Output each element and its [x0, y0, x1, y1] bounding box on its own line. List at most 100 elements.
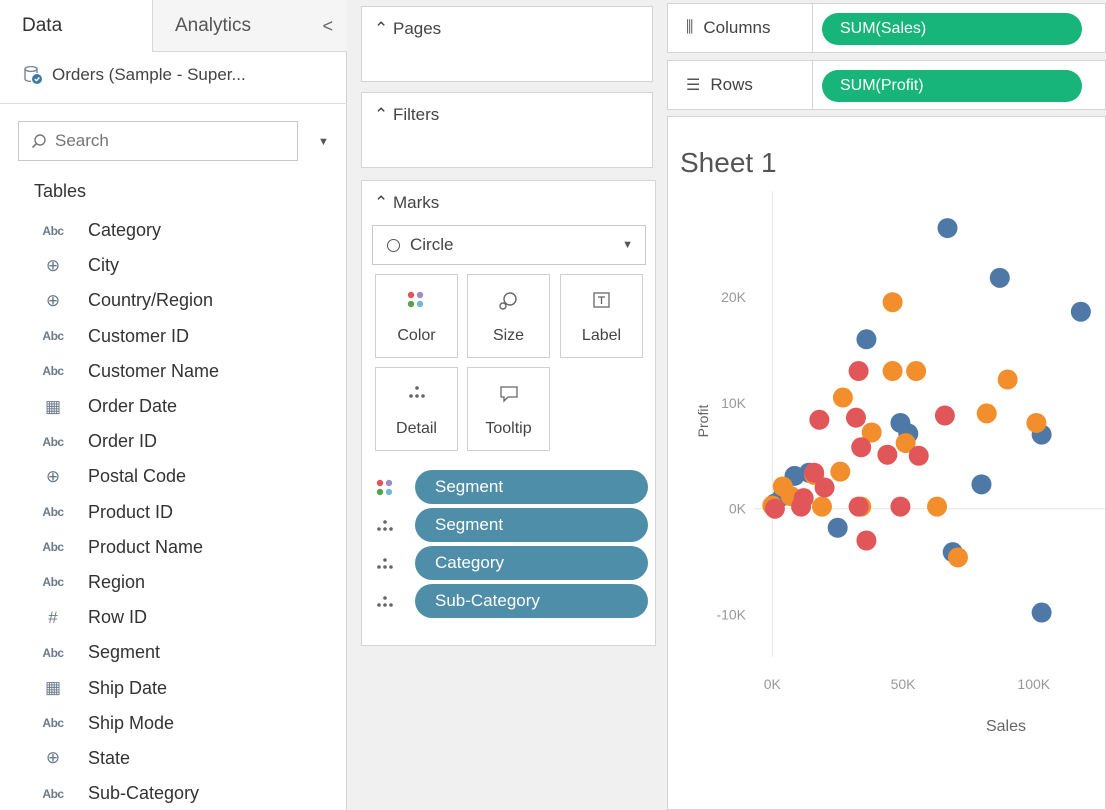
pages-card[interactable]: ⌃ Pages: [361, 6, 653, 82]
scatter-point[interactable]: [764, 498, 785, 519]
search-field[interactable]: [18, 121, 298, 161]
columns-shelf[interactable]: ⫼ Columns SUM(Sales): [667, 3, 1106, 53]
pill-label: Sub-Category: [435, 591, 540, 610]
scatter-point[interactable]: [934, 405, 955, 426]
rows-shelf[interactable]: ☰ Rows SUM(Profit): [667, 60, 1106, 110]
field-item[interactable]: Abc Region: [0, 565, 347, 600]
detail-dots-icon: [409, 386, 425, 398]
field-name: Country/Region: [88, 290, 214, 311]
pill-label: Segment: [435, 515, 504, 534]
scatter-point[interactable]: [845, 407, 866, 428]
detail-button[interactable]: Detail: [375, 367, 458, 451]
scatter-point[interactable]: [832, 387, 853, 408]
scatter-point[interactable]: [882, 292, 903, 313]
segment-detail-pill[interactable]: Segment: [415, 508, 648, 542]
field-item[interactable]: ⊕ Postal Code: [0, 459, 347, 494]
geo-type-icon: ⊕: [45, 290, 61, 310]
string-type-icon: Abc: [42, 434, 64, 449]
segment-color-pill[interactable]: Segment: [415, 470, 648, 504]
collapse-pane-icon[interactable]: <: [322, 16, 333, 37]
field-item[interactable]: Abc Customer ID: [0, 319, 347, 354]
tab-data[interactable]: Data: [0, 0, 152, 52]
field-item[interactable]: ▦ Order Date: [0, 389, 347, 424]
scatter-point[interactable]: [890, 496, 911, 517]
field-item[interactable]: Abc Product Name: [0, 530, 347, 565]
scatter-point[interactable]: [927, 496, 948, 517]
scatter-point[interactable]: [1070, 301, 1091, 322]
field-list: Abc Category ⊕ City ⊕ Country/Region Abc Custom…: [0, 213, 347, 810]
color-button-label: Color: [397, 327, 436, 344]
search-options-chevron-icon[interactable]: ▼: [318, 136, 329, 148]
pages-card-header[interactable]: ⌃ Pages: [374, 19, 441, 39]
scatter-point[interactable]: [882, 361, 903, 382]
search-input[interactable]: [55, 131, 275, 151]
mark-type-select[interactable]: Circle ▼: [372, 225, 646, 265]
size-icon: [499, 292, 517, 310]
field-item[interactable]: Abc Customer Name: [0, 354, 347, 389]
color-button[interactable]: Color: [375, 274, 458, 358]
scatter-point[interactable]: [851, 437, 872, 458]
scatter-point[interactable]: [814, 477, 835, 498]
scatter-point[interactable]: [856, 329, 877, 350]
scatter-point[interactable]: [809, 409, 830, 430]
x-tick-label: 0K: [764, 676, 782, 692]
scatter-point[interactable]: [971, 474, 992, 495]
date-type-icon: ▦: [44, 678, 62, 698]
marks-card: ⌃ Marks Circle ▼ Color Size Label Detail…: [361, 180, 656, 646]
scatter-point[interactable]: [908, 445, 929, 466]
scatter-point[interactable]: [906, 361, 927, 382]
size-button[interactable]: Size: [467, 274, 550, 358]
tab-analytics-label: Analytics: [175, 14, 252, 36]
y-tick-label: -10K: [716, 607, 746, 623]
string-type-icon: Abc: [42, 645, 64, 660]
scatter-point[interactable]: [848, 496, 869, 517]
tab-analytics[interactable]: Analytics <: [152, 0, 347, 52]
scatter-point[interactable]: [856, 530, 877, 551]
sum-sales-pill[interactable]: SUM(Sales): [822, 13, 1082, 45]
field-item[interactable]: # Row ID: [0, 600, 347, 635]
label-button[interactable]: Label: [560, 274, 643, 358]
scatter-point[interactable]: [811, 496, 832, 517]
scatter-point[interactable]: [877, 444, 898, 465]
tooltip-button[interactable]: Tooltip: [467, 367, 550, 451]
field-item[interactable]: Abc Category: [0, 213, 347, 248]
sub-category-detail-pill[interactable]: Sub-Category: [415, 584, 648, 618]
scatter-point[interactable]: [989, 267, 1010, 288]
scatter-point[interactable]: [937, 218, 958, 239]
scatter-point[interactable]: [791, 496, 812, 517]
chevron-down-icon: ▼: [622, 239, 633, 251]
scatter-plot[interactable]: 20K 10K 0K -10K 0K 50K 100K Sales Profit: [668, 117, 1106, 810]
filters-card-header[interactable]: ⌃ Filters: [374, 105, 439, 125]
text-label-icon: [593, 292, 610, 308]
scatter-point[interactable]: [848, 361, 869, 382]
field-item[interactable]: ⊕ Country/Region: [0, 283, 347, 318]
field-item[interactable]: Abc Sub-Category: [0, 776, 347, 810]
category-detail-pill[interactable]: Category: [415, 546, 648, 580]
string-type-icon: Abc: [42, 575, 64, 590]
filters-card[interactable]: ⌃ Filters: [361, 92, 653, 168]
mark-pill-row: Sub-Category: [372, 584, 652, 620]
field-item[interactable]: Abc Segment: [0, 635, 347, 670]
scatter-point[interactable]: [976, 403, 997, 424]
size-button-label: Size: [492, 327, 525, 344]
field-item[interactable]: ⊕ City: [0, 248, 347, 283]
field-item[interactable]: ⊕ State: [0, 741, 347, 776]
string-type-icon: Abc: [42, 364, 64, 379]
tab-data-label: Data: [22, 15, 63, 36]
scatter-point[interactable]: [947, 547, 968, 568]
scatter-point[interactable]: [830, 461, 851, 482]
datasource-selector[interactable]: Orders (Sample - Super...: [22, 60, 246, 90]
rows-label: Rows: [710, 75, 753, 94]
cards-pane: ⌃ Pages ⌃ Filters ⌃ Marks Circle ▼ Color: [347, 0, 659, 810]
y-tick-label: 0K: [729, 501, 747, 517]
marks-card-header[interactable]: ⌃ Marks: [374, 193, 439, 213]
sum-profit-pill[interactable]: SUM(Profit): [822, 70, 1082, 102]
scatter-point[interactable]: [827, 517, 848, 538]
scatter-point[interactable]: [1026, 412, 1047, 433]
field-item[interactable]: Abc Ship Mode: [0, 706, 347, 741]
scatter-point[interactable]: [997, 369, 1018, 390]
scatter-point[interactable]: [1031, 602, 1052, 623]
field-item[interactable]: Abc Order ID: [0, 424, 347, 459]
field-item[interactable]: ▦ Ship Date: [0, 670, 347, 705]
field-item[interactable]: Abc Product ID: [0, 495, 347, 530]
